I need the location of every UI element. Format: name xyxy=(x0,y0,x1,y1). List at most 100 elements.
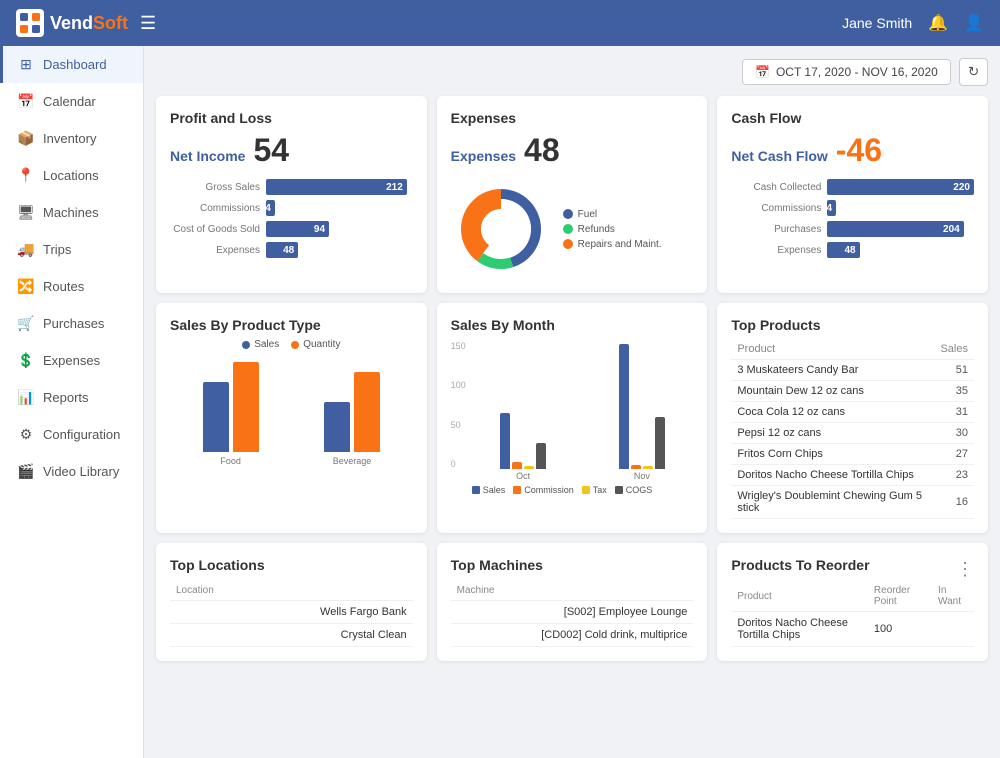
bell-icon[interactable]: 🔔 xyxy=(928,13,948,33)
bar-track-commissions: 14 xyxy=(266,200,413,216)
y-axis: 150 100 50 0 xyxy=(451,339,466,489)
sidebar-item-video-library[interactable]: 🎬 Video Library xyxy=(0,453,143,490)
nov-group: Nov xyxy=(591,339,694,481)
sidebar-label-purchases: Purchases xyxy=(43,316,104,331)
col-reorder-product: Product xyxy=(731,581,868,612)
top-products-title: Top Products xyxy=(731,317,974,333)
beverage-label: Beverage xyxy=(333,456,372,466)
nov-label: Nov xyxy=(634,471,650,481)
date-range-button[interactable]: 📅 OCT 17, 2020 - NOV 16, 2020 xyxy=(742,59,951,85)
sidebar-item-calendar[interactable]: 📅 Calendar xyxy=(0,83,143,120)
net-cash-flow-label: Net Cash Flow xyxy=(731,148,827,164)
donut-container: Fuel Refunds Repairs and Maint. xyxy=(451,179,694,279)
oct-group: Oct xyxy=(472,339,575,481)
user-profile-icon[interactable]: 👤 xyxy=(964,13,984,33)
top-machines-title: Top Machines xyxy=(451,557,694,573)
top-locations-card: Top Locations Location Wells Fargo BankC… xyxy=(156,543,427,661)
bar-val-cf-expenses: 48 xyxy=(844,245,859,256)
profit-loss-chart: Gross Sales 212 Commissions 14 xyxy=(170,179,413,258)
calendar-icon: 📅 xyxy=(17,93,35,110)
table-row: Wrigley's Doublemint Chewing Gum 5 stick… xyxy=(731,486,974,519)
locations-header-row: Location xyxy=(170,581,413,601)
profit-loss-metric: Net Income 54 xyxy=(170,132,413,169)
sidebar-item-inventory[interactable]: 📦 Inventory xyxy=(0,120,143,157)
legend-dot-sales xyxy=(242,341,250,349)
sidebar-label-calendar: Calendar xyxy=(43,94,96,109)
oct-commission-bar xyxy=(512,462,522,469)
sidebar-item-locations[interactable]: 📍 Locations xyxy=(0,157,143,194)
bar-val-cogs: 94 xyxy=(314,224,329,235)
net-cash-flow-value: -46 xyxy=(836,132,882,169)
in-want-value xyxy=(932,612,974,647)
sidebar-item-configuration[interactable]: ⚙ Configuration xyxy=(0,416,143,453)
video-icon: 🎬 xyxy=(17,463,35,480)
bar-fill-gross-sales: 212 xyxy=(266,179,407,195)
month-legend-tax: Tax xyxy=(582,485,607,495)
bar-val-commissions: 14 xyxy=(260,203,275,214)
nov-commission-bar xyxy=(631,465,641,469)
y-label-50: 50 xyxy=(451,420,466,430)
sidebar-item-dashboard[interactable]: ⊞ Dashboard xyxy=(0,46,143,83)
bar-row-cf-commissions: Commissions 14 xyxy=(731,200,974,216)
expenses-metric-label: Expenses xyxy=(451,148,516,164)
sidebar-label-routes: Routes xyxy=(43,279,84,294)
bars-area: Oct Nov xyxy=(472,339,694,489)
purchases-icon: 🛒 xyxy=(17,315,35,332)
location-name: Wells Fargo Bank xyxy=(170,601,413,624)
hamburger-button[interactable]: ☰ xyxy=(140,13,156,34)
net-income-label: Net Income xyxy=(170,148,245,164)
sidebar-item-machines[interactable]: 🖥 Machines xyxy=(0,194,143,231)
middle-charts-row: Sales By Product Type Sales Quantity xyxy=(156,303,988,533)
top-products-tbody: 3 Muskateers Candy Bar51Mountain Dew 12 … xyxy=(731,360,974,519)
food-quantity-bar xyxy=(233,362,259,452)
location-name: Crystal Clean xyxy=(170,624,413,647)
products-to-reorder-title: Products To Reorder xyxy=(731,557,869,573)
sidebar-item-trips[interactable]: 🚚 Trips xyxy=(0,231,143,268)
sidebar: ⊞ Dashboard 📅 Calendar 📦 Inventory 📍 Loc… xyxy=(0,46,144,758)
bar-val-cash-collected: 220 xyxy=(953,182,974,193)
bar-label-cogs: Cost of Goods Sold xyxy=(170,224,260,235)
table-row: 3 Muskateers Candy Bar51 xyxy=(731,360,974,381)
bar-label-cf-expenses: Expenses xyxy=(731,245,821,256)
product-name: Wrigley's Doublemint Chewing Gum 5 stick xyxy=(731,486,934,519)
dots-menu-icon[interactable]: ⋮ xyxy=(956,559,974,580)
product-sales: 16 xyxy=(934,486,974,519)
expenses-icon: 💲 xyxy=(17,352,35,369)
oct-cogs-bar xyxy=(536,443,546,469)
bar-row-cash-collected: Cash Collected 220 xyxy=(731,179,974,195)
cash-flow-metric: Net Cash Flow -46 xyxy=(731,132,974,169)
product-sales: 35 xyxy=(934,381,974,402)
bar-track-cogs: 94 xyxy=(266,221,413,237)
bar-fill-cf-commissions: 14 xyxy=(827,200,836,216)
bottom-row: Top Locations Location Wells Fargo BankC… xyxy=(156,543,988,661)
month-legend-sales: Sales xyxy=(472,485,506,495)
bar-track-gross-sales: 212 xyxy=(266,179,413,195)
top-locations-table: Location Wells Fargo BankCrystal Clean xyxy=(170,581,413,647)
food-label: Food xyxy=(220,456,241,466)
main-content: 📅 OCT 17, 2020 - NOV 16, 2020 ↻ Profit a… xyxy=(144,46,1000,758)
list-item: Crystal Clean xyxy=(170,624,413,647)
sidebar-item-routes[interactable]: 🔀 Routes xyxy=(0,268,143,305)
col-location: Location xyxy=(170,581,413,601)
legend-dot-repairs xyxy=(563,239,573,249)
col-sales: Sales xyxy=(934,339,974,360)
sidebar-item-expenses[interactable]: 💲 Expenses xyxy=(0,342,143,379)
food-sales-bar xyxy=(203,382,229,452)
sidebar-item-purchases[interactable]: 🛒 Purchases xyxy=(0,305,143,342)
machine-name: [S002] Employee Lounge xyxy=(451,601,694,624)
legend-label-fuel: Fuel xyxy=(578,209,597,220)
table-row: Coca Cola 12 oz cans31 xyxy=(731,402,974,423)
legend-refunds: Refunds xyxy=(563,224,662,235)
sidebar-label-video-library: Video Library xyxy=(43,464,119,479)
bar-track-cf-expenses: 48 xyxy=(827,242,974,258)
list-item: Wells Fargo Bank xyxy=(170,601,413,624)
refresh-button[interactable]: ↻ xyxy=(959,58,988,86)
top-machines-tbody: [S002] Employee Lounge[CD002] Cold drink… xyxy=(451,601,694,647)
product-name: Pepsi 12 oz cans xyxy=(731,423,934,444)
beverage-bars xyxy=(324,372,380,452)
month-legend-dot-sales xyxy=(472,486,480,494)
legend-sales: Sales xyxy=(242,339,279,350)
bar-row-cf-expenses: Expenses 48 xyxy=(731,242,974,258)
sidebar-item-reports[interactable]: 📊 Reports xyxy=(0,379,143,416)
reorder-header-row: Product Reorder Point In Want xyxy=(731,581,974,612)
